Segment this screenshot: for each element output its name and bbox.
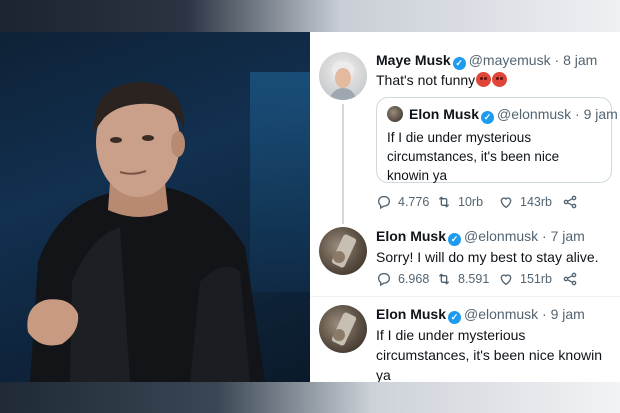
reply-icon (378, 196, 390, 210)
tweet-elon-original[interactable]: Elon Musk ✓ @elonmusk · 9 jam If I die und… (310, 298, 620, 382)
quoted-avatar (387, 106, 403, 122)
timestamp[interactable]: 9 jam (551, 306, 585, 322)
reply-count: 6.968 (398, 272, 430, 286)
angry-face-emoji (476, 72, 492, 87)
quoted-tweet-text: If I die under mysterious circumstances,… (387, 130, 560, 183)
verified-badge-icon: ✓ (448, 311, 462, 324)
timestamp[interactable]: 8 jam (563, 52, 597, 68)
tweet-text: That's not funny (376, 70, 612, 90)
quoted-tweet-header: Elon Musk ✓ @elonmusk · 9 jam (409, 106, 618, 124)
heart-icon (500, 197, 512, 209)
share-icon (563, 272, 577, 286)
tweet-text: Sorry! I will do my best to stay alive. (376, 249, 599, 265)
heart-icon (500, 274, 512, 286)
reply-count: 4.776 (398, 195, 430, 209)
display-name[interactable]: Elon Musk (376, 306, 446, 322)
retweet-icon (438, 273, 450, 285)
tweet-divider (310, 296, 620, 297)
reply-button[interactable]: 6.968 (376, 271, 429, 287)
user-handle[interactable]: @mayemusk (469, 52, 551, 68)
like-button[interactable]: 143rb (498, 194, 552, 210)
user-handle[interactable]: @elonmusk (464, 228, 538, 244)
user-handle[interactable]: @elonmusk (464, 306, 538, 322)
photo-panel (0, 32, 310, 382)
tweet-header: Elon Musk ✓ @elonmusk · 7 jam (376, 228, 585, 246)
tweet-maye-musk[interactable]: Maye Musk ✓ @mayemusk · 8 jam That's not f… (310, 32, 620, 224)
retweet-icon (438, 196, 450, 208)
reply-icon (378, 273, 390, 287)
avatar-portrait (329, 61, 357, 100)
share-icon (563, 195, 577, 209)
top-background-band (0, 0, 620, 32)
avatar-portrait (331, 312, 357, 346)
bottom-background-band (0, 382, 620, 413)
verified-badge-icon: ✓ (448, 233, 462, 246)
like-count: 151rb (520, 272, 552, 286)
verified-badge-icon: ✓ (452, 57, 466, 70)
quoted-timestamp: 9 jam (583, 106, 618, 122)
like-button[interactable]: 151rb (498, 271, 552, 287)
tweet-elon-reply[interactable]: Elon Musk ✓ @elonmusk · 7 jam Sorry! I wil… (310, 222, 620, 302)
reply-button[interactable]: 4.776 (376, 194, 429, 210)
share-button[interactable] (562, 271, 578, 287)
quoted-tweet[interactable]: Elon Musk ✓ @elonmusk · 9 jam If I die und… (376, 97, 618, 183)
retweet-button[interactable]: 8.591 (436, 271, 489, 287)
tweet-thread-panel: Maye Musk ✓ @mayemusk · 8 jam That's not f… (310, 32, 620, 382)
tweet-header: Maye Musk ✓ @mayemusk · 8 jam (376, 52, 598, 70)
verified-badge-icon: ✓ (481, 111, 495, 124)
retweet-count: 10rb (458, 195, 484, 209)
tweet-text: If I die under mysterious circumstances,… (376, 327, 602, 382)
tweet-text-content: That's not funny (376, 72, 476, 88)
like-count: 143rb (520, 195, 552, 209)
angry-face-emoji (492, 72, 508, 87)
avatar[interactable] (319, 52, 367, 100)
thread-line (342, 104, 344, 224)
quoted-display-name: Elon Musk (409, 106, 480, 122)
timestamp[interactable]: 7 jam (551, 228, 585, 244)
avatar-portrait (331, 234, 357, 268)
display-name[interactable]: Maye Musk (376, 52, 451, 68)
man-photo (27, 82, 265, 382)
avatar[interactable] (319, 305, 367, 353)
retweet-count: 8.591 (458, 272, 490, 286)
avatar[interactable] (319, 227, 367, 275)
quoted-user-handle: @elonmusk (497, 106, 572, 122)
share-button[interactable] (562, 194, 578, 210)
display-name[interactable]: Elon Musk (376, 228, 446, 244)
tweet-header: Elon Musk ✓ @elonmusk · 9 jam (376, 306, 585, 324)
retweet-button[interactable]: 10rb (436, 194, 483, 210)
